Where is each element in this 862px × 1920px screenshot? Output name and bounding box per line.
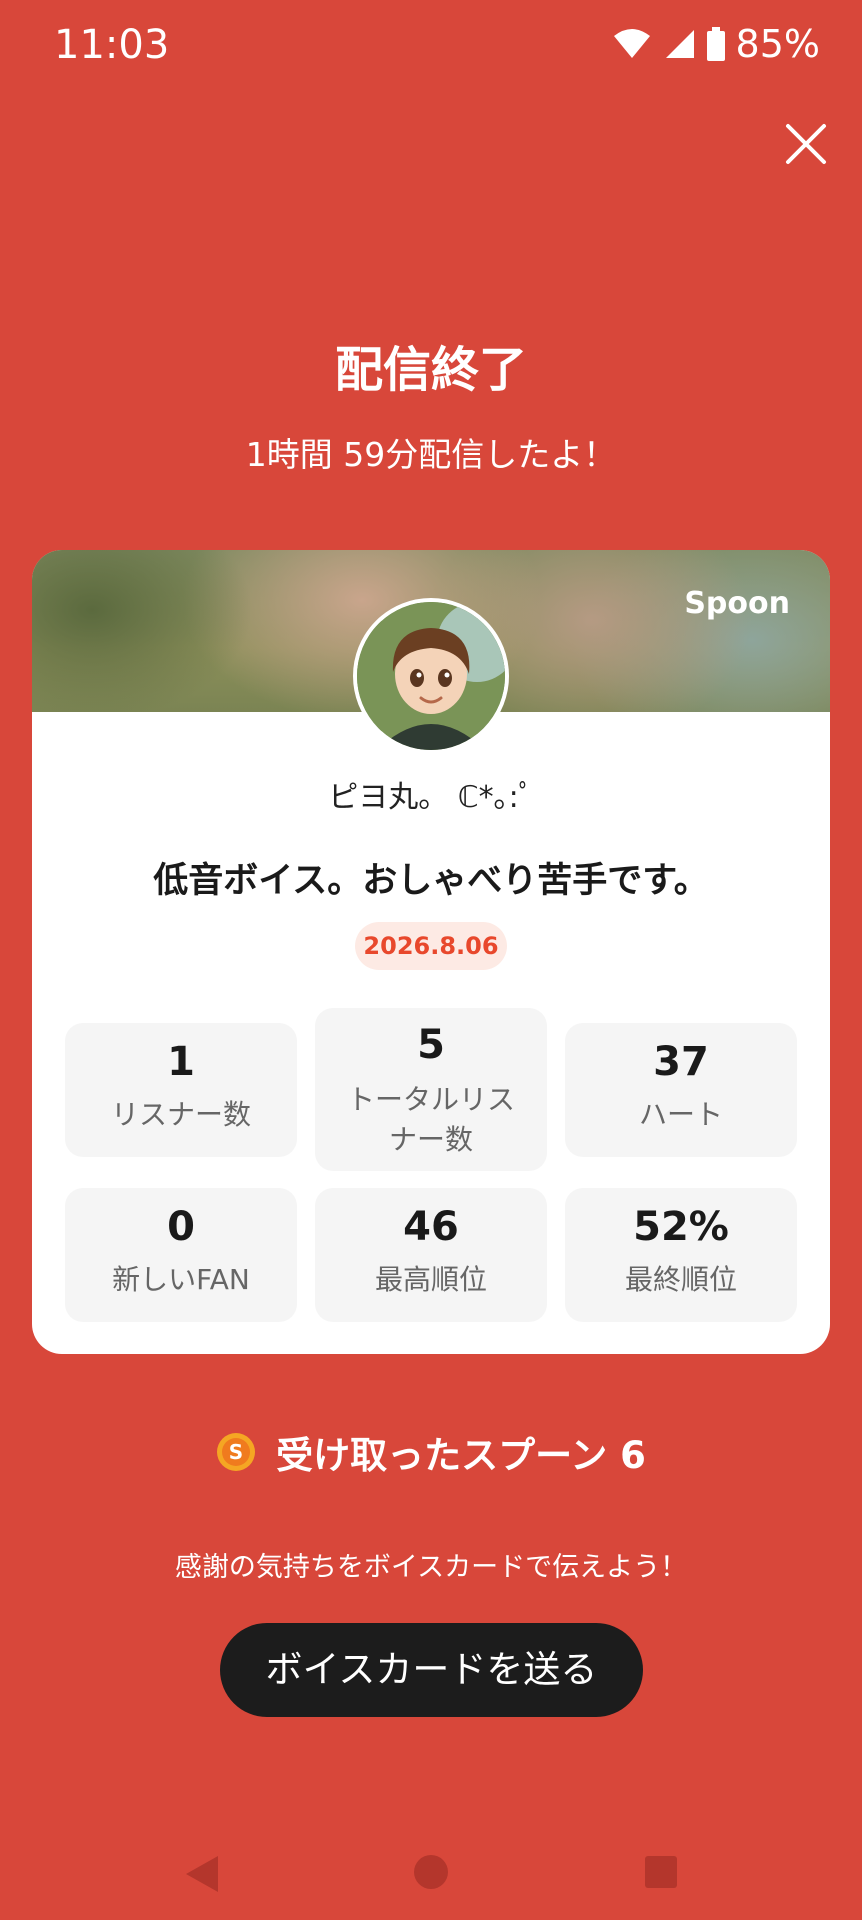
- date-badge: 2026.8.06: [355, 922, 507, 970]
- show-title: 低音ボイス。おしゃべり苦手です。: [153, 861, 709, 901]
- stat-label: トータルリスナー数: [346, 1083, 515, 1156]
- stat-value: 46: [403, 1204, 459, 1250]
- stat-final-rank: 52% 最終順位: [565, 1188, 797, 1322]
- close-icon: [786, 124, 826, 164]
- stat-label: ハート: [638, 1098, 723, 1131]
- avatar[interactable]: [353, 598, 509, 754]
- page-title: 配信終了: [334, 342, 527, 398]
- stat-total-listeners: 5 トータルリスナー数: [315, 1008, 547, 1171]
- status-icons: 85%: [612, 22, 820, 66]
- thanks-message: 感謝の気持ちをボイスカードで伝えよう！: [174, 1552, 688, 1583]
- stat-hearts: 37 ハート: [565, 1023, 797, 1157]
- wifi-icon: [613, 29, 650, 58]
- home-icon[interactable]: [413, 1854, 449, 1890]
- close-button[interactable]: [780, 112, 830, 172]
- stat-label: 新しいFAN: [112, 1263, 250, 1296]
- battery-icon: [706, 27, 725, 61]
- spoons-label: 受け取ったスプーン 6: [276, 1434, 646, 1477]
- stat-new-fans: 0 新しいFAN: [65, 1188, 297, 1322]
- navigation-bar: [0, 1840, 862, 1920]
- stat-listeners: 1 リスナー数: [65, 1023, 297, 1157]
- svg-text:S: S: [229, 1440, 243, 1464]
- back-icon[interactable]: [184, 1854, 220, 1894]
- stat-value: 1: [167, 1039, 195, 1085]
- send-voice-card-button[interactable]: ボイスカードを送る: [220, 1623, 643, 1717]
- status-bar: 11:03 85%: [0, 0, 862, 90]
- stat-value: 52%: [633, 1204, 729, 1250]
- spoons-received: S 受け取ったスプーン 6: [0, 1425, 862, 1479]
- stat-value: 37: [653, 1039, 709, 1085]
- broadcast-duration: 1時間 59分配信したよ！: [245, 435, 617, 474]
- spoon-coin-icon: S: [217, 1433, 256, 1471]
- spoon-logo: Spoon: [684, 586, 790, 621]
- stat-label: 最終順位: [624, 1263, 737, 1296]
- recents-icon[interactable]: [644, 1855, 678, 1889]
- stat-value: 0: [167, 1204, 195, 1250]
- stat-value: 5: [417, 1022, 445, 1068]
- stat-label: リスナー数: [110, 1098, 251, 1131]
- stat-label: 最高順位: [374, 1263, 487, 1296]
- signal-icon: [665, 30, 694, 58]
- status-time: 11:03: [54, 22, 170, 68]
- username: ピヨ丸。 ℂ*｡:ﾟ: [328, 780, 534, 815]
- avatar-image: [357, 602, 505, 750]
- battery-level: 85%: [735, 22, 820, 66]
- stat-highest-rank: 46 最高順位: [315, 1188, 547, 1322]
- result-card: Spoon ピヨ丸。 ℂ*｡:ﾟ 低音ボイス。おしゃべり苦手です。 2026.8…: [32, 550, 830, 1354]
